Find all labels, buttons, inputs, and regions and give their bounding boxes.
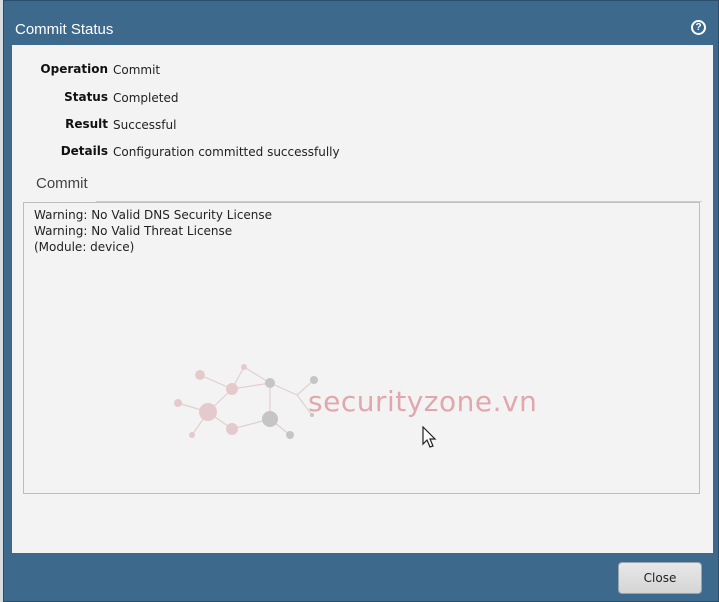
field-value: Commit: [113, 63, 161, 77]
field-label: Details: [60, 144, 108, 158]
field-status: Status Completed: [12, 90, 412, 110]
field-value: Successful: [113, 118, 177, 132]
commit-log-box[interactable]: Warning: No Valid DNS Security License W…: [23, 202, 700, 494]
field-details: Details Configuration committed successf…: [12, 144, 412, 164]
dialog-body: Operation Commit Status Completed Result…: [12, 45, 713, 553]
help-icon[interactable]: ?: [691, 20, 706, 35]
field-label: Result: [65, 117, 108, 131]
field-value: Completed: [113, 91, 179, 105]
log-line: Warning: No Valid Threat License: [34, 224, 233, 238]
field-label: Status: [64, 90, 108, 104]
field-operation: Operation Commit: [12, 62, 412, 82]
dialog-titlebar: Commit Status ?: [4, 1, 718, 45]
close-button[interactable]: Close: [618, 562, 702, 594]
log-line: (Module: device): [34, 240, 135, 254]
field-value: Configuration committed successfully: [113, 145, 340, 159]
section-title: Commit: [36, 175, 88, 192]
watermark-text: securityzone.vn: [308, 385, 538, 418]
log-line: Warning: No Valid DNS Security License: [34, 208, 273, 222]
mouse-cursor-icon: [422, 426, 437, 448]
network-graph-logo: [174, 364, 318, 439]
field-label: Operation: [40, 62, 108, 76]
field-result: Result Successful: [12, 117, 412, 137]
commit-status-dialog: Commit Status ? Operation Commit Status …: [3, 0, 719, 602]
dialog-title: Commit Status: [15, 21, 114, 38]
